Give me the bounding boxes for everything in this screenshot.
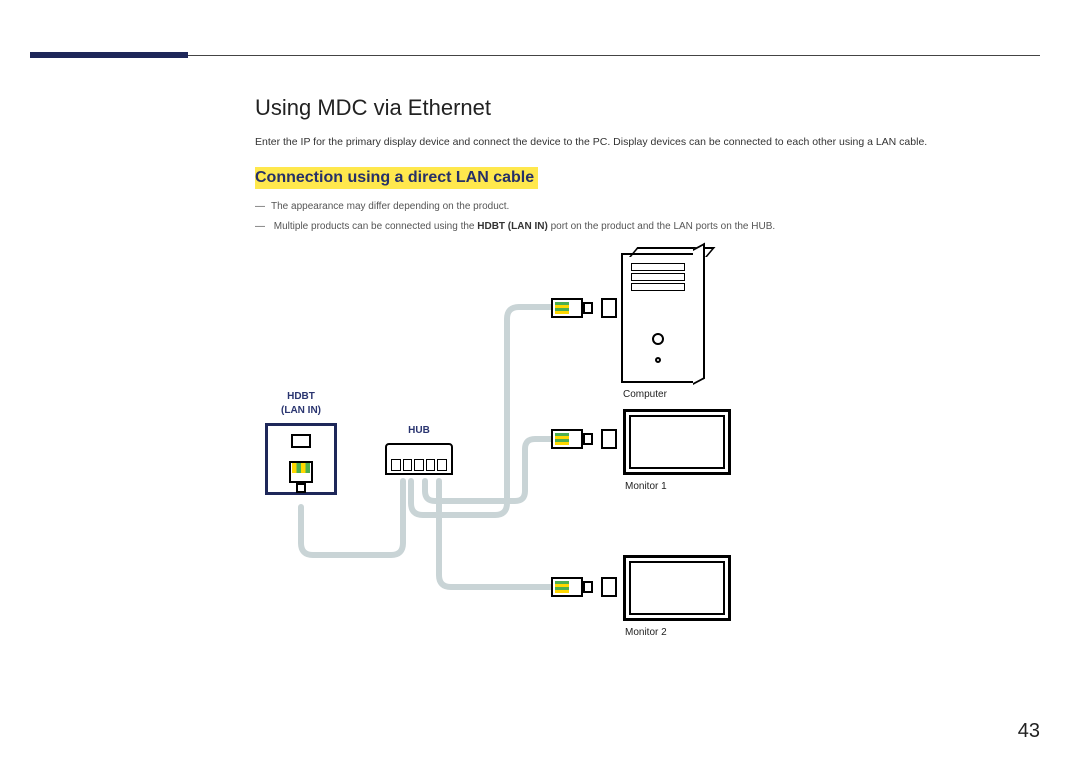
header-accent-bar	[30, 52, 188, 58]
connection-diagram: HDBT (LAN IN) HUB Computer	[235, 243, 795, 663]
subsection-title: Connection using a direct LAN cable	[255, 167, 538, 189]
monitor1-label: Monitor 1	[625, 481, 667, 492]
rj45-plug-monitor1	[551, 429, 595, 449]
monitor2-label: Monitor 2	[625, 627, 667, 638]
computer-label: Computer	[623, 389, 667, 400]
hdbt-port-opening	[291, 434, 311, 448]
hub-label: HUB	[385, 425, 453, 436]
rj45-plug-hdbt	[286, 461, 316, 501]
note2-post: port on the product and the LAN ports on…	[548, 221, 775, 232]
note-line-2: Multiple products can be connected using…	[255, 219, 1040, 235]
page-number: 43	[1018, 720, 1040, 743]
note2-bold: HDBT (LAN IN)	[477, 221, 548, 232]
rj45-plug-monitor2	[551, 577, 595, 597]
note2-pre: Multiple products can be connected using…	[274, 221, 477, 232]
note-line-1: The appearance may differ depending on t…	[255, 199, 1040, 215]
jack-monitor1	[601, 429, 617, 449]
section-title: Using MDC via Ethernet	[255, 95, 1040, 121]
network-hub	[385, 443, 453, 475]
hdbt-label-line1: HDBT	[263, 391, 339, 402]
jack-monitor2	[601, 577, 617, 597]
rj45-plug-computer	[551, 298, 595, 318]
intro-text: Enter the IP for the primary display dev…	[255, 135, 1040, 151]
monitor1-icon	[623, 409, 731, 475]
header-rule	[188, 55, 1040, 56]
jack-computer	[601, 298, 617, 318]
monitor2-icon	[623, 555, 731, 621]
hdbt-label-line2: (LAN IN)	[263, 405, 339, 416]
computer-tower-icon	[621, 253, 695, 383]
